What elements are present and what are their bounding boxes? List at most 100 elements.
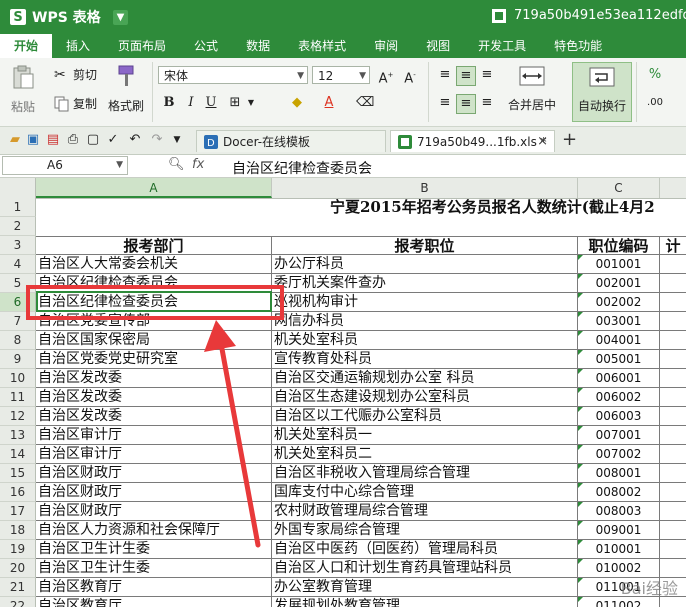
row-header[interactable]: 21 [0,578,36,597]
save-icon[interactable]: ▣ [24,131,42,149]
row-header[interactable]: 10 [0,369,36,388]
zoom-icon[interactable]: 🔍︎ [168,157,185,172]
cell-position[interactable]: 自治区以工代赈办公室科员 [272,407,578,426]
cell-position[interactable]: 网信办科员 [272,312,578,331]
tab-home[interactable]: 开始 [0,34,53,58]
header-cell-count[interactable]: 计 [660,236,686,255]
cell-position[interactable]: 巡视机构审计 [272,293,578,312]
cell-code[interactable]: 002001 [578,274,660,293]
cell-count[interactable] [660,293,686,312]
cell-count[interactable] [660,426,686,445]
tab-review[interactable]: 审阅 [360,34,412,58]
italic-icon[interactable]: I [182,94,200,112]
new-tab-button[interactable]: + [562,129,577,150]
font-size-select[interactable]: 12 ▼ [312,66,370,84]
cell-dept[interactable]: 自治区党委宣传部 [36,312,272,331]
cell-dept[interactable]: 自治区审计厅 [36,445,272,464]
cell-count[interactable] [660,521,686,540]
header-cell-dept[interactable]: 报考部门 [36,236,272,255]
column-header-b[interactable]: B [272,178,578,198]
tab-docer-templates[interactable]: D Docer-在线模板 [196,130,386,152]
cell-dept[interactable]: 自治区教育厅 [36,597,272,607]
cell-position[interactable]: 自治区非税收入管理局综合管理 [272,464,578,483]
tab-formulas[interactable]: 公式 [180,34,232,58]
cell-position[interactable]: 办公厅科员 [272,255,578,274]
cell-code[interactable]: 006002 [578,388,660,407]
cell-dept[interactable]: 自治区纪律检查委员会 [36,293,272,312]
align-left-icon[interactable]: ≡ [436,94,454,112]
cell-code[interactable]: 002002 [578,293,660,312]
cell-dept[interactable]: 自治区发改委 [36,388,272,407]
row-header[interactable]: 18 [0,521,36,540]
cell-dept[interactable]: 自治区国家保密局 [36,331,272,350]
clear-format-icon[interactable]: ⌫ [356,94,374,112]
cell-dept[interactable]: 自治区财政厅 [36,483,272,502]
cell-dept[interactable]: 自治区党委党史研究室 [36,350,272,369]
decimal-icon[interactable]: .00 [646,94,664,112]
tab-table-style[interactable]: 表格样式 [284,34,360,58]
number-format-icon[interactable]: % [646,66,664,84]
cell-count[interactable] [660,407,686,426]
fx-icon[interactable]: fx [192,157,204,172]
cut-button[interactable]: ✂ 剪切 [54,66,97,83]
print-preview-icon[interactable]: ▢ [84,131,102,149]
cell-position[interactable]: 农村财政管理局综合管理 [272,502,578,521]
cell-count[interactable] [660,540,686,559]
cell-dept[interactable]: 自治区财政厅 [36,464,272,483]
row-header[interactable]: 15 [0,464,36,483]
row-header[interactable]: 1 [0,198,36,217]
row-header[interactable]: 11 [0,388,36,407]
cell-position[interactable]: 宣传教育处科员 [272,350,578,369]
name-box[interactable]: A6 ▼ [2,156,128,175]
cell-dept[interactable]: 自治区发改委 [36,369,272,388]
cell-count[interactable] [660,502,686,521]
cell-count[interactable] [660,331,686,350]
cell-code[interactable]: 001001 [578,255,660,274]
bold-icon[interactable]: B [160,94,178,112]
cell-position[interactable]: 机关处室科员 [272,331,578,350]
app-menu-button[interactable]: S WPS 表格 ▼ [6,7,134,27]
cell-count[interactable] [660,445,686,464]
row-header[interactable]: 16 [0,483,36,502]
row-header[interactable]: 14 [0,445,36,464]
cell-count[interactable] [660,255,686,274]
cell-dept[interactable]: 自治区发改委 [36,407,272,426]
wrap-text-button[interactable]: 自动换行 [572,62,632,122]
tab-special[interactable]: 特色功能 [540,34,616,58]
copy-button[interactable]: 复制 [54,95,97,112]
column-header-c[interactable]: C [578,178,660,198]
cell-position[interactable]: 自治区人口和计划生育药具管理站科员 [272,559,578,578]
tab-view[interactable]: 视图 [412,34,464,58]
cell-position[interactable]: 自治区生态建设规划办公室科员 [272,388,578,407]
row-header[interactable]: 8 [0,331,36,350]
column-header-d[interactable] [660,178,686,198]
format-painter-button[interactable]: 格式刷 [108,64,144,114]
cell-count[interactable] [660,388,686,407]
folder-icon[interactable]: ▰ [6,131,24,149]
print-icon[interactable]: ⎙ [64,131,82,149]
cell-code[interactable]: 008003 [578,502,660,521]
cell-count[interactable] [660,350,686,369]
cell-dept[interactable]: 自治区卫生计生委 [36,540,272,559]
align-top-icon[interactable]: ≡ [436,66,454,84]
formula-input[interactable]: 自治区纪律检查委员会 [232,158,372,178]
cell-code[interactable]: 006003 [578,407,660,426]
merge-center-button[interactable]: 合并居中 [508,64,556,113]
close-icon[interactable]: × [537,131,548,153]
row-header[interactable]: 20 [0,559,36,578]
cell-code[interactable]: 007002 [578,445,660,464]
underline-icon[interactable]: U [202,94,220,112]
chevron-down-icon[interactable]: ▼ [242,94,260,112]
cell-dept[interactable]: 自治区纪律检查委员会 [36,274,272,293]
tab-developer[interactable]: 开发工具 [464,34,540,58]
font-name-select[interactable]: 宋体 ▼ [158,66,308,84]
align-right-icon[interactable]: ≡ [478,94,496,112]
cell-count[interactable] [660,312,686,331]
cell-code[interactable]: 004001 [578,331,660,350]
cell-position[interactable]: 自治区中医药（回医药）管理局科员 [272,540,578,559]
row-header[interactable]: 5 [0,274,36,293]
cell-code[interactable]: 009001 [578,521,660,540]
cell-code[interactable]: 008002 [578,483,660,502]
row-header[interactable]: 13 [0,426,36,445]
pdf-icon[interactable]: ▤ [44,131,62,149]
